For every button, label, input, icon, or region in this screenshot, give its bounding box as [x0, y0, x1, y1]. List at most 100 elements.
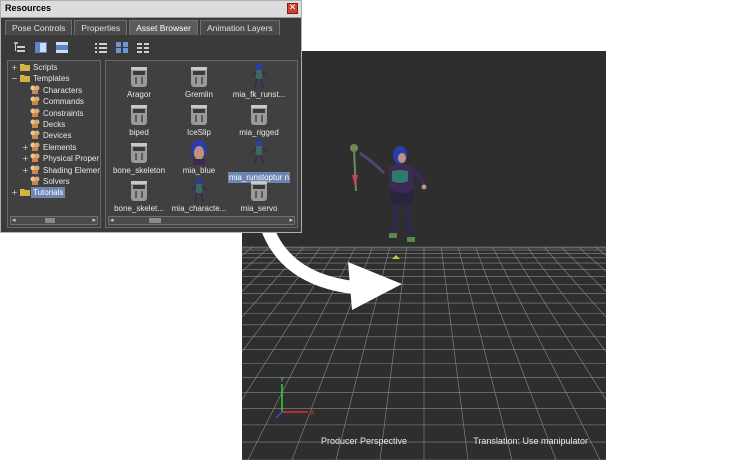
tree-item-label: Scripts	[33, 63, 58, 72]
tree-expander[interactable]: +	[22, 165, 29, 176]
helmet-thumbnail-icon	[131, 143, 147, 163]
asset-label: mia_fk_runst...	[232, 90, 286, 99]
tree-item-label: Physical Proper	[43, 154, 100, 164]
tree-item-templates[interactable]: Templates	[20, 73, 71, 84]
tree-view-icon[interactable]	[14, 41, 26, 53]
asset-label: P	[286, 204, 297, 213]
character-figure-thumbnail-icon	[250, 140, 268, 165]
axis-gizmo: Y X	[275, 376, 315, 419]
tree-item-label: Solvers	[43, 177, 70, 186]
resources-window: Resources ✕ Pose Controls Properties Asset…	[0, 0, 302, 233]
asset-label: mia_blue	[182, 166, 216, 175]
asset-panel[interactable]: Aragor Gremlin mia_fk_runst...biped IceSlip…	[105, 60, 298, 228]
folder-icon	[20, 75, 30, 83]
asset-label: mia_rigged	[239, 128, 279, 137]
folder-icon	[20, 64, 30, 71]
helmet-thumbnail-icon	[191, 67, 207, 87]
tree-expander[interactable]: −	[11, 73, 18, 84]
helmet-thumbnail-icon	[191, 105, 207, 125]
tree-item-decks[interactable]: Decks	[30, 119, 67, 130]
tab-bar: Pose Controls Properties Asset Browser Anim…	[5, 20, 282, 35]
tree-expander[interactable]: +	[22, 153, 29, 164]
tree-item-label: Devices	[43, 131, 72, 141]
asset-item[interactable]: mia_characte...	[168, 177, 230, 215]
tree-item-label: Tutorials	[31, 187, 66, 199]
tab-pose-controls[interactable]: Pose Controls	[5, 20, 73, 35]
template-icon	[30, 108, 40, 117]
character-face-thumbnail-icon	[191, 140, 207, 165]
tab-asset-browser[interactable]: Asset Browser	[129, 20, 198, 35]
tree-horizontal-scrollbar[interactable]: ◂ ▸	[10, 216, 98, 225]
template-icon	[30, 85, 40, 94]
list-view-icon[interactable]	[95, 42, 107, 53]
large-icons-view-icon[interactable]	[116, 41, 128, 53]
tree-item-devices[interactable]: Devices	[30, 130, 73, 141]
character-figure-thumbnail-icon	[190, 178, 208, 203]
template-icon	[30, 119, 40, 128]
tree-item-label: Templates	[33, 74, 70, 84]
character-figure-thumbnail-icon	[250, 64, 268, 89]
tree-expander[interactable]: +	[11, 187, 18, 198]
asset-item[interactable]: Aragor	[108, 63, 170, 101]
template-icon	[30, 176, 40, 185]
tab-animation-layers[interactable]: Animation Layers	[199, 20, 280, 35]
template-icon	[30, 153, 40, 163]
tree-item-shading-elemen[interactable]: Shading Elemen	[30, 165, 101, 176]
tree-item-label: Characters	[43, 85, 83, 95]
asset-item[interactable]: biped	[108, 101, 170, 139]
asset-item[interactable]: mia_blue	[168, 139, 230, 177]
template-icon	[30, 165, 40, 174]
tree-item-commands[interactable]: Commands	[30, 96, 86, 107]
asset-label: mia_servo	[240, 204, 278, 213]
helmet-thumbnail-icon	[131, 105, 147, 125]
asset-item[interactable]: mia_rigged	[228, 101, 290, 139]
single-pane-icon[interactable]	[56, 41, 68, 53]
tab-properties[interactable]: Properties	[74, 20, 128, 35]
tree-item-label: Decks	[43, 120, 66, 129]
tree-item-label: Elements	[43, 142, 77, 152]
asset-item[interactable]: mia_servo	[228, 177, 290, 215]
asset-label: biped	[129, 128, 149, 137]
asset-label: Gremlin	[184, 90, 213, 99]
tree-item-constraints[interactable]: Constraints	[30, 108, 85, 119]
asset-item[interactable]: bone_skelet...	[108, 177, 170, 215]
camera-label: Producer Perspective	[321, 436, 408, 446]
tree-item-label: Commands	[43, 97, 84, 107]
asset-item[interactable]: P	[286, 177, 297, 215]
asset-horizontal-scrollbar[interactable]: ◂ ▸	[108, 216, 295, 225]
asset-label: mia_characte...	[171, 204, 227, 213]
window-title: Resources	[5, 3, 52, 13]
tree-item-tutorials[interactable]: Tutorials	[20, 187, 66, 199]
close-icon[interactable]: ✕	[287, 3, 298, 14]
asset-label: bone_skeleton	[112, 166, 166, 175]
asset-item[interactable]: bone_skeleton	[108, 139, 170, 177]
asset-item[interactable]: mia_runstoptur n	[228, 139, 290, 183]
tree-expander[interactable]: +	[22, 142, 29, 153]
tree-item-physical-proper[interactable]: Physical Proper	[30, 153, 100, 164]
asset-item[interactable]: mia_fk_runst...	[228, 63, 290, 101]
asset-item[interactable]: Gremlin	[168, 63, 230, 101]
tree-item-label: Constraints	[43, 108, 84, 118]
tree-panel[interactable]: + Scripts − Templates Characters Commands Cons…	[7, 60, 101, 228]
window-titlebar[interactable]: Resources ✕	[1, 1, 301, 18]
template-icon	[30, 96, 40, 106]
tree-item-elements[interactable]: Elements	[30, 142, 78, 153]
helmet-thumbnail-icon	[251, 105, 267, 125]
axis-x-label: X	[310, 409, 315, 417]
tree-item-characters[interactable]: Characters	[30, 85, 84, 96]
asset-label: Aragor	[126, 90, 151, 99]
detail-view-icon[interactable]	[137, 42, 149, 53]
asset-item[interactable]: IceSlip	[168, 101, 230, 139]
template-icon	[30, 142, 40, 151]
status-label: Translation: Use manipulator	[473, 436, 588, 446]
folder-icon	[20, 189, 30, 197]
asset-label: bone_skelet...	[114, 204, 164, 213]
tree-item-scripts[interactable]: Scripts	[20, 62, 59, 73]
split-pane-icon[interactable]	[35, 41, 47, 53]
axis-y-label: Y	[279, 376, 285, 384]
helmet-thumbnail-icon	[131, 67, 147, 87]
tree-item-solvers[interactable]: Solvers	[30, 176, 72, 187]
template-icon	[30, 130, 40, 140]
tree-expander[interactable]: +	[11, 62, 18, 73]
tree-item-label: Shading Elemen	[43, 165, 101, 175]
